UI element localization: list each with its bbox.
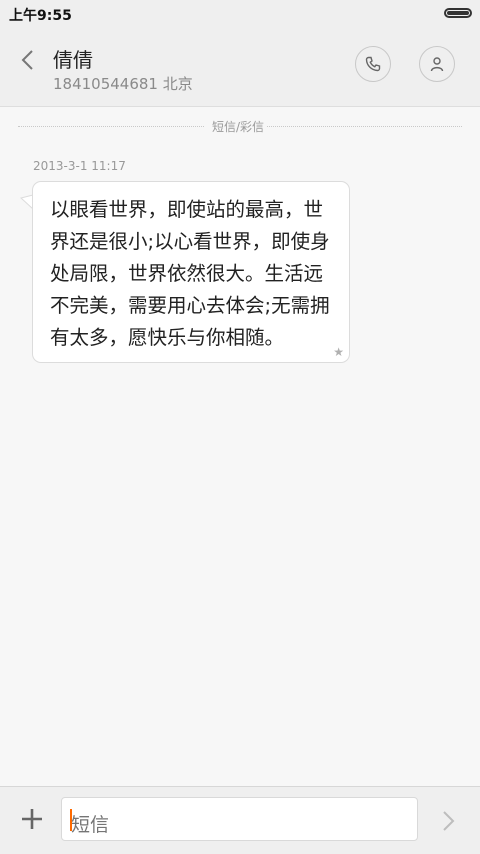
conversation-header: 倩倩 18410544681 北京 [0,28,480,107]
plus-icon[interactable] [20,807,44,831]
chevron-left-icon[interactable] [18,48,38,72]
chevron-right-icon[interactable] [441,809,457,833]
battery-icon [444,8,472,18]
contact-detail: 18410544681 北京 [53,75,193,93]
phone-icon [365,56,381,72]
status-bar: 上午9:55 [0,0,480,28]
person-icon [430,57,444,72]
contact-info-button[interactable] [419,46,455,82]
star-icon: ★ [333,345,344,359]
message-input[interactable] [61,797,418,841]
divider-line-right [267,126,462,127]
message-bubble[interactable]: 以眼看世界，即使站的最高，世界还是很小;以心看世界，即使身处局限，世界依然很大。… [32,181,350,363]
composer-bar [0,786,480,854]
divider-line-left [18,126,204,127]
message-text: 以眼看世界，即使站的最高，世界还是很小;以心看世界，即使身处局限，世界依然很大。… [50,198,330,349]
divider-label: 短信/彩信 [212,120,265,134]
contact-name: 倩倩 [53,48,93,72]
text-cursor [70,809,72,831]
message-timestamp: 2013-3-1 11:17 [33,159,126,173]
status-time: 上午9:55 [9,8,72,24]
call-button[interactable] [355,46,391,82]
message-type-divider: 短信/彩信 [18,118,462,134]
